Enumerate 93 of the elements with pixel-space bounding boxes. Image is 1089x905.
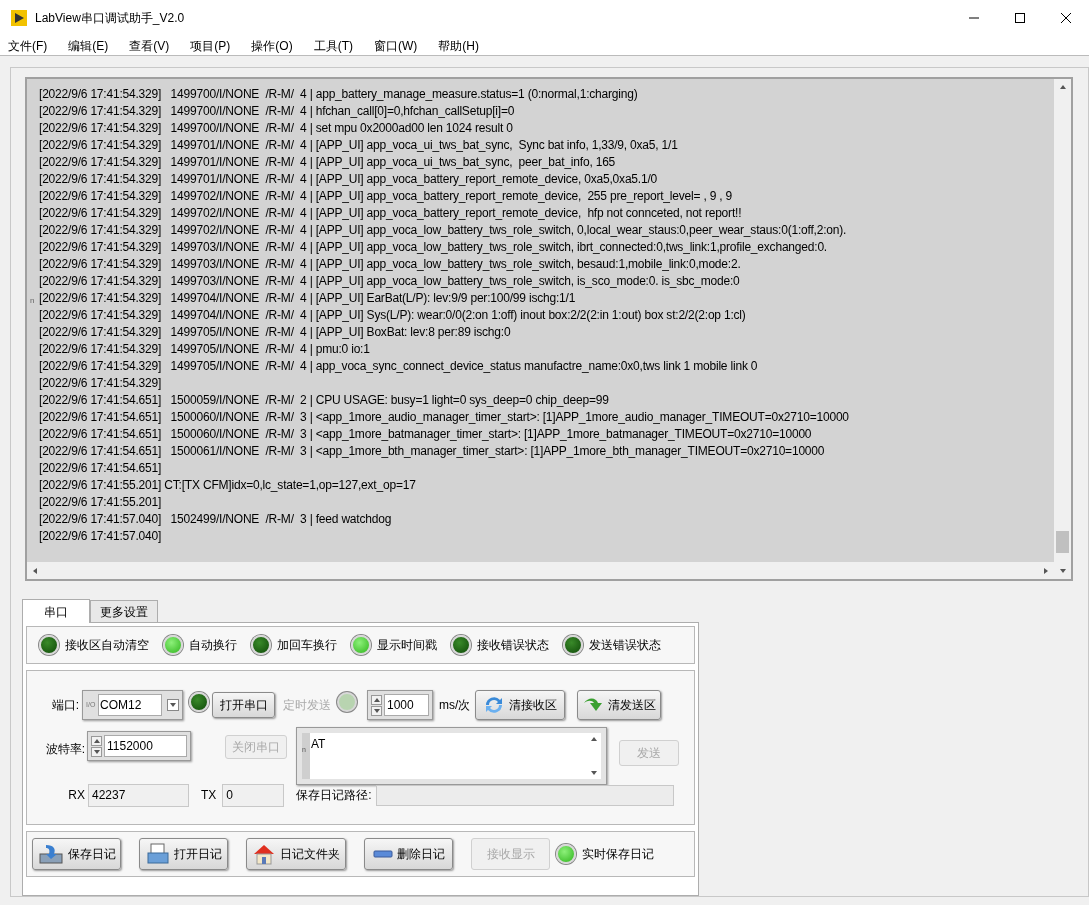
log-line: [2022/9/6 17:41:54.329] [39,375,163,392]
spin-down-icon[interactable] [372,706,381,715]
log-line: [2022/9/6 17:41:54.329] 1499704/I/NONE /R-M/ 4 | [APP_UI] EarBat(L/P): lev:9/9 per:100/99 ischg:1/1 [39,290,577,307]
log-line: [2022/9/6 17:41:54.329] 1499702/I/NONE /R-M/ 4 | [APP_UI] app_voca_battery_report_remote_device, 255 pre_report_level= , 9 , 9 [39,188,734,205]
tx-label: TX [201,787,217,804]
baud-field[interactable]: 1152000 [87,731,191,761]
log-line: [2022/9/6 17:41:54.651] 1500059/I/NONE /R-M/ 2 | CPU USAGE: busy=1 light=0 sys_deep=0 chip_deep=99 [39,392,610,409]
indicator-label: 发送错误状态 [589,637,661,654]
log-line: [2022/9/6 17:41:55.201] [39,494,163,511]
indicator-label: 加回车换行 [277,637,337,654]
interval-unit: ms/次 [439,697,471,714]
log-line: [2022/9/6 17:41:54.329] 1499701/I/NONE /R-M/ 4 | [APP_UI] app_voca_battery_report_remote_device, 0xa5,0xa5.1/0 [39,171,659,188]
text-scrollbar[interactable] [587,733,601,779]
scroll-down-icon[interactable] [1058,567,1067,575]
interval-field[interactable]: 1000 [367,690,433,720]
tray-arrow-icon [37,843,64,865]
log-line: [2022/9/6 17:41:54.329] 1499702/I/NONE /R-M/ 4 | [APP_UI] app_voca_low_battery_tws_role_switch, 0,local_wear_staus:0,peer_wear_staus:0(1:off,2:on). [39,222,848,239]
indicator-label: 显示时间戳 [377,637,437,654]
log-line: [2022/9/6 17:41:54.329] 1499705/I/NONE /R-M/ 4 | [APP_UI] BoxBat: lev:8 per:89 ischg:0 [39,324,512,341]
log-line: [2022/9/6 17:41:54.329] 1499701/I/NONE /R-M/ 4 | [APP_UI] app_voca_ui_tws_bat_sync, Sync bat info, 1,33/9, 0xa5, 1/1 [39,137,679,154]
log-line: [2022/9/6 17:41:54.329] 1499703/I/NONE /R-M/ 4 | [APP_UI] app_voca_low_battery_tws_role_switch, ibrt_connected:0,tws_link:1,profile_exchanged:0. [39,239,828,256]
log-line: [2022/9/6 17:41:54.329] 1499700/I/NONE /R-M/ 4 | set mpu 0x2000ad00 len 1024 result 0 [39,120,514,137]
horizontal-scrollbar[interactable] [27,562,1054,579]
led-indicator[interactable] [39,635,59,655]
log-line: [2022/9/6 17:41:54.651] 1500060/I/NONE /R-M/ 3 | <app_1more_batmanager_timer_start>: [1]APP_1more_batmanager_TIMEOUT=0x2710=10000 [39,426,813,443]
log-line: [2022/9/6 17:41:54.651] [39,460,163,477]
log-action-button[interactable]: 删除日记 [364,838,453,870]
log-line: [2022/9/6 17:41:54.651] 1500060/I/NONE /R-M/ 3 | <app_1more_audio_manager_timer_start>: [1]APP_1more_audio_manager_TIMEOUT=0x2710=10000 [39,409,849,426]
interval-value: 1000 [384,694,429,716]
row-marker: n [30,295,35,307]
menu-item[interactable]: 编辑(E) [60,36,117,55]
log-action-button[interactable]: 保存日记 [32,838,121,870]
led-indicator[interactable] [189,691,209,712]
indicator-label: 接收错误状态 [477,637,549,654]
tx-count: 0 [222,783,285,807]
app-logo-icon [11,10,27,26]
menu-item[interactable]: 窗口(W) [366,36,426,55]
log-line: [2022/9/6 17:41:54.651] 1500061/I/NONE /R-M/ 3 | <app_1more_bth_manager_timer_start>: [1]APP_1more_bth_manager_TIMEOUT=0x2710=10000 [39,443,826,460]
log-action-button[interactable]: 日记文件夹 [246,838,346,870]
indicator-label: 自动换行 [189,637,237,654]
menu-item[interactable]: 查看(V) [121,36,178,55]
log-line: [2022/9/6 17:41:55.201] CT:[TX CFM]idx=0,lc_state=1,op=127,ext_op=17 [39,477,417,494]
tab[interactable]: 更多设置 [90,600,158,622]
menu-item[interactable]: 文件(F) [0,36,56,55]
port-value: COM12 [98,694,162,716]
menu-item[interactable]: 帮助(H) [430,36,487,55]
send-text-value: AT [310,733,587,779]
log-line: [2022/9/6 17:41:54.329] 1499702/I/NONE /R-M/ 4 | [APP_UI] app_voca_battery_report_remote_device, hfp not connceted, not report!! [39,205,743,222]
menu-item[interactable]: 工具(T) [305,36,361,55]
window-title: LabView串口调试助手_V2.0 [35,10,185,27]
minus-icon [372,849,393,859]
baud-value: 1152000 [104,735,187,757]
baud-label: 波特率: [44,741,85,758]
vertical-scrollbar[interactable] [1054,79,1071,579]
timed-send-label: 定时发送 [283,697,331,714]
log-line: [2022/9/6 17:41:54.329] 1499700/I/NONE /R-M/ 4 | app_battery_manage_measure.status=1 (0:normal,1:charging) [39,86,639,103]
led-indicator[interactable] [451,635,471,655]
log-action-button[interactable]: 打开日记 [139,838,228,870]
scroll-thumb[interactable] [1056,531,1069,553]
house-icon [252,843,276,865]
rx-label: RX [67,787,85,804]
log-line: [2022/9/6 17:41:54.329] 1499705/I/NONE /R-M/ 4 | pmu:0 io:1 [39,341,371,358]
log-line: [2022/9/6 17:41:54.329] 1499701/I/NONE /R-M/ 4 | [APP_UI] app_voca_ui_tws_bat_sync, peer_bat_info, 165 [39,154,617,171]
spin-down-icon[interactable] [92,747,101,756]
log-line: [2022/9/6 17:41:54.329] 1499703/I/NONE /R-M/ 4 | [APP_UI] app_voca_low_battery_tws_role_switch, is_sco_mode:0. is_sbc_mode:0 [39,273,741,290]
scroll-up-icon[interactable] [590,735,598,743]
log-line: [2022/9/6 17:41:54.329] 1499704/I/NONE /R-M/ 4 | [APP_UI] Sys(L/P): wear:0/0(2:on 1:off) inout box:2/2(2:in 1:out) box st:2/2(2:op 1:cl) [39,307,747,324]
realtime-save-label: 实时保存日记 [582,846,654,863]
clear-receive-button[interactable]: 清接收区 [475,690,566,720]
log-line: [2022/9/6 17:41:57.040] 1502499/I/NONE /R-M/ 3 | feed watchdog [39,511,393,528]
log-line: [2022/9/6 17:41:54.329] 1499705/I/NONE /R-M/ 4 | app_voca_sync_connect_device_status manufactre_name:0x0,tws link 1 mobile link 0 [39,358,759,375]
rx-count: 42237 [88,783,189,807]
scroll-down-icon[interactable] [590,769,598,777]
port-label: 端口: [50,697,79,714]
scroll-right-icon[interactable] [1042,566,1050,575]
clear-send-button[interactable]: 清发送区 [577,690,662,720]
menu-item[interactable]: 项目(P) [182,36,239,55]
log-line: [2022/9/6 17:41:54.329] 1499700/I/NONE /R-M/ 4 | hfchan_call[0]=0,hfchan_callSetup[i]=0 [39,103,516,120]
document-tray-icon [145,843,170,865]
log-path-label: 保存日记路径: [296,787,372,804]
scroll-left-icon[interactable] [31,566,39,575]
log-line: [2022/9/6 17:41:54.329] 1499703/I/NONE /R-M/ 4 | [APP_UI] app_voca_low_battery_tws_role_switch, besaud:1,mobile_link:0,mode:2. [39,256,742,273]
scroll-up-icon[interactable] [1058,83,1067,91]
log-line: [2022/9/6 17:41:57.040] [39,528,163,545]
led-indicator[interactable] [563,635,583,655]
log-path-field[interactable] [375,784,674,806]
open-port-button[interactable]: 打开串口 [212,692,275,718]
led-indicator[interactable] [251,635,271,655]
tab[interactable]: 串口 [22,599,90,623]
spin-buttons[interactable] [91,735,102,757]
indicator-label: 接收区自动清空 [65,637,149,654]
spin-buttons[interactable] [371,694,382,716]
menu-item[interactable]: 操作(O) [243,36,301,55]
